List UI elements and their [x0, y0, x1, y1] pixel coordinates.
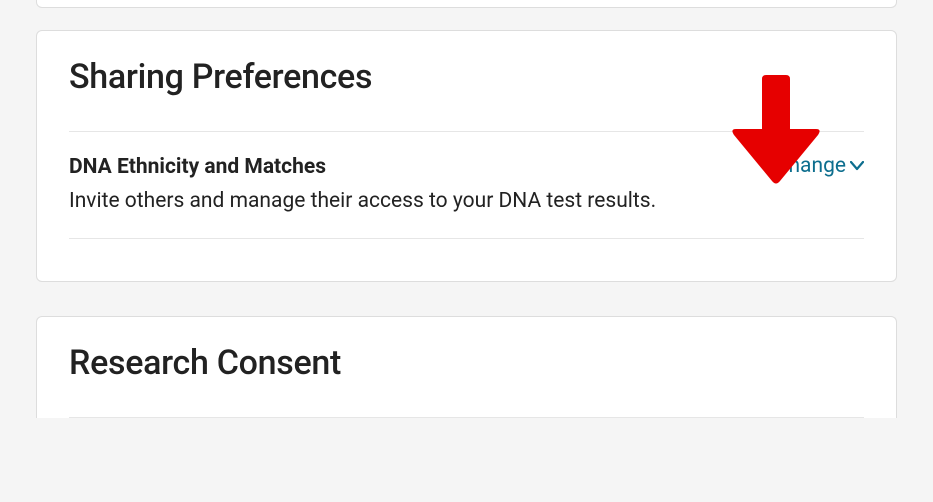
change-label: Change	[775, 154, 846, 178]
previous-card-bottom-edge	[36, 0, 897, 8]
setting-title: DNA Ethnicity and Matches	[69, 154, 755, 181]
setting-description: Invite others and manage their access to…	[69, 187, 755, 215]
research-consent-title: Research Consent	[69, 343, 864, 417]
divider	[69, 417, 864, 418]
change-button[interactable]: Change	[775, 154, 864, 178]
sharing-preferences-title: Sharing Preferences	[69, 57, 864, 131]
sharing-preferences-card: Sharing Preferences DNA Ethnicity and Ma…	[36, 30, 897, 282]
research-consent-card: Research Consent	[36, 316, 897, 418]
setting-text: DNA Ethnicity and Matches Invite others …	[69, 154, 775, 216]
chevron-down-icon	[850, 161, 864, 171]
dna-ethnicity-matches-row: DNA Ethnicity and Matches Invite others …	[69, 132, 864, 238]
divider	[69, 238, 864, 239]
